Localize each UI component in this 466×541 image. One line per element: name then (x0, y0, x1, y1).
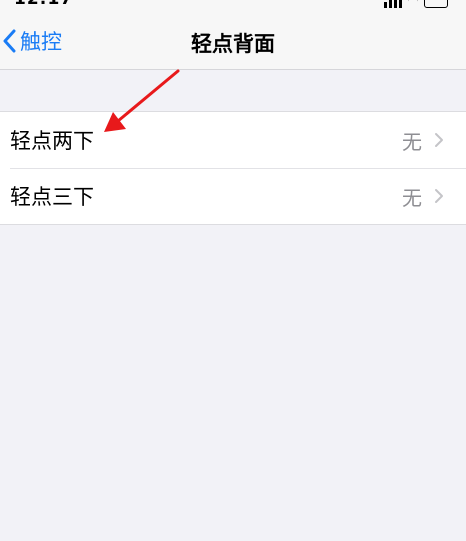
battery-icon (424, 0, 448, 8)
signal-icon (384, 0, 402, 8)
list-item-label: 轻点三下 (10, 185, 94, 209)
navigation-bar: 触控 轻点背面 (0, 8, 466, 70)
status-icons (384, 0, 448, 8)
status-time: 12:17 (14, 0, 73, 8)
list-item-label: 轻点两下 (10, 129, 94, 153)
wifi-icon (408, 0, 418, 8)
settings-list: 轻点两下 无 轻点三下 无 (0, 111, 466, 225)
annotation-arrow (104, 69, 180, 132)
list-item-double-tap[interactable]: 轻点两下 无 (0, 112, 466, 168)
chevron-right-icon (435, 133, 443, 147)
page-title: 轻点背面 (191, 32, 275, 56)
status-bar: 12:17 (0, 0, 466, 8)
list-item-value: 无 (402, 185, 422, 210)
chevron-right-icon (435, 189, 443, 203)
list-item-triple-tap[interactable]: 轻点三下 无 (0, 168, 466, 224)
list-item-value: 无 (402, 129, 422, 154)
